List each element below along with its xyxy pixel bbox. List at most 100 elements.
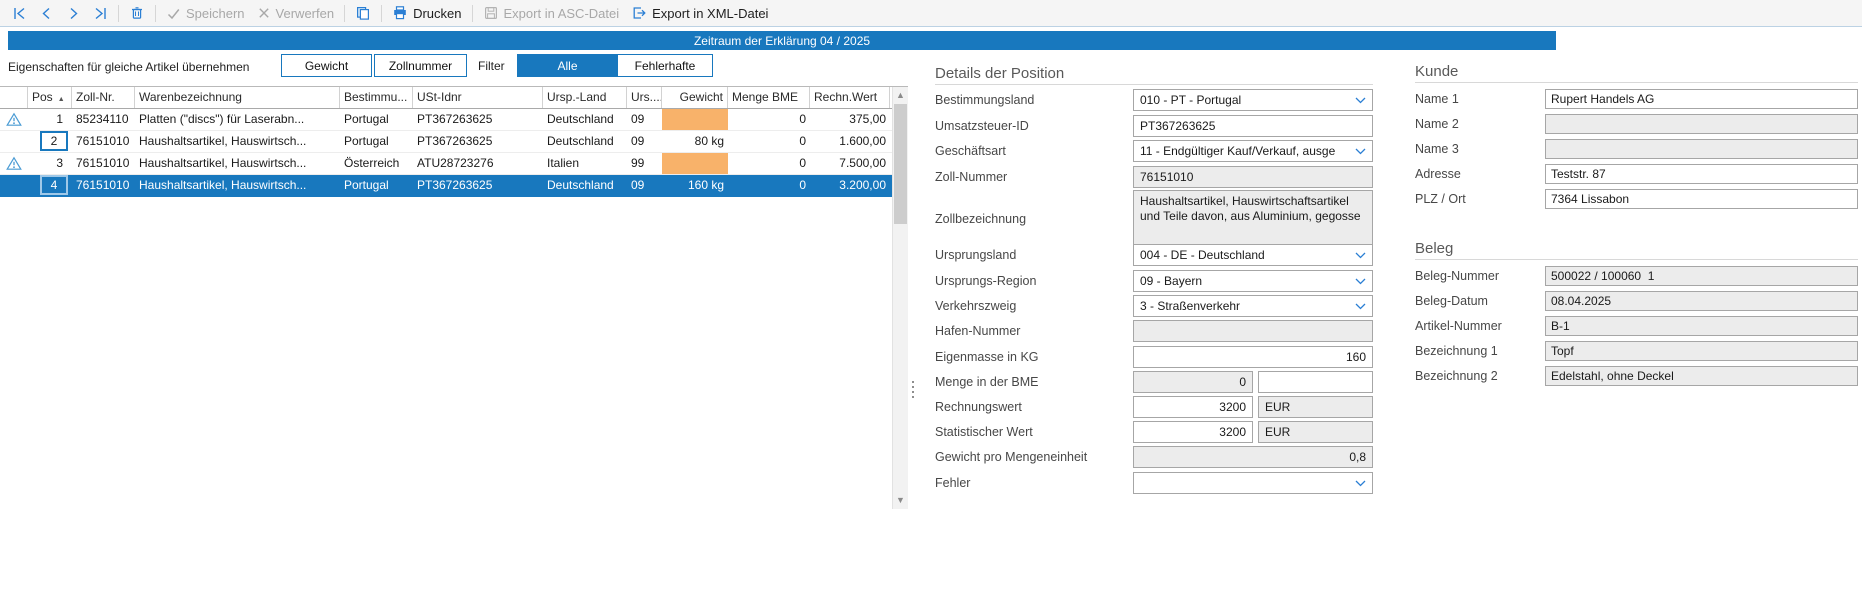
- field-label: Hafen-Nummer: [935, 324, 1133, 338]
- header-warenbezeichnung[interactable]: Warenbezeichnung: [135, 87, 340, 108]
- nav-last-button[interactable]: [87, 2, 114, 25]
- statistischer-wert-input[interactable]: 3200: [1133, 421, 1253, 443]
- rechnwert-cell[interactable]: 1.600,00: [810, 131, 890, 152]
- pos-cell-focused[interactable]: 4: [28, 175, 72, 196]
- zollnr-cell[interactable]: 76151010: [72, 131, 135, 152]
- menge-bme-cell[interactable]: 0: [728, 175, 810, 196]
- scroll-up-icon[interactable]: ▲: [893, 88, 908, 103]
- menge-bme-cell[interactable]: 0: [728, 153, 810, 174]
- geschaeftsart-select[interactable]: 11 - Endgültiger Kauf/Verkauf, ausge: [1133, 140, 1373, 162]
- adresse-input[interactable]: Teststr. 87: [1545, 164, 1858, 184]
- discard-button-label: Verwerfen: [276, 6, 335, 21]
- rechnungswert-input[interactable]: 3200: [1133, 396, 1253, 418]
- table-row[interactable]: 3 76151010 Haushaltsartikel, Hauswirtsch…: [0, 153, 908, 175]
- header-pos[interactable]: Pos▲: [28, 87, 72, 108]
- rechnwert-cell[interactable]: 7.500,00: [810, 153, 890, 174]
- ursregion-cell[interactable]: 99: [627, 153, 662, 174]
- apply-zollnummer-button[interactable]: Zollnummer: [374, 54, 467, 77]
- verkehrszweig-select[interactable]: 3 - Straßenverkehr: [1133, 295, 1373, 317]
- pos-cell[interactable]: 3: [28, 153, 72, 174]
- pos-cell-focused[interactable]: 2: [28, 131, 72, 152]
- scrollbar-thumb[interactable]: [894, 104, 907, 224]
- field-plz-ort: PLZ / Ort 7364 Lissabon: [1415, 189, 1858, 209]
- save-button[interactable]: Speichern: [160, 2, 251, 25]
- ursprungs-region-select[interactable]: 09 - Bayern: [1133, 270, 1373, 292]
- rechnwert-cell[interactable]: 375,00: [810, 109, 890, 130]
- waren-cell[interactable]: Haushaltsartikel, Hauswirtsch...: [135, 153, 340, 174]
- plz-ort-input[interactable]: 7364 Lissabon: [1545, 189, 1858, 209]
- nav-next-button[interactable]: [60, 2, 87, 25]
- header-ursprungsregion[interactable]: Urs....: [627, 87, 662, 108]
- ustid-cell[interactable]: PT367263625: [413, 109, 543, 130]
- apply-gewicht-button[interactable]: Gewicht: [281, 54, 372, 77]
- name1-input[interactable]: Rupert Handels AG: [1545, 89, 1858, 109]
- header-zollnr[interactable]: Zoll-Nr.: [72, 87, 135, 108]
- ursprungsland-select[interactable]: 004 - DE - Deutschland: [1133, 244, 1373, 266]
- zoll-nummer-field: 76151010: [1133, 166, 1373, 188]
- export-icon: [631, 5, 647, 21]
- waren-cell[interactable]: Haushaltsartikel, Hauswirtsch...: [135, 131, 340, 152]
- table-row-selected[interactable]: 4 76151010 Haushaltsartikel, Hauswirtsch…: [0, 175, 908, 197]
- print-button[interactable]: Drucken: [386, 2, 467, 25]
- menge-bme-cell[interactable]: 0: [728, 131, 810, 152]
- header-bestimmungsland[interactable]: Bestimmu...: [340, 87, 413, 108]
- nav-first-button[interactable]: [6, 2, 33, 25]
- save-button-label: Speichern: [186, 6, 245, 21]
- gewicht-cell-missing[interactable]: [662, 109, 728, 130]
- bestimmung-cell[interactable]: Portugal: [340, 175, 413, 196]
- header-ustidnr[interactable]: USt-Idnr: [413, 87, 543, 108]
- ustid-cell[interactable]: ATU28723276: [413, 153, 543, 174]
- gewicht-cell[interactable]: 160 kg: [662, 175, 728, 196]
- bestimmungsland-select[interactable]: 010 - PT - Portugal: [1133, 89, 1373, 111]
- bestimmung-cell[interactable]: Portugal: [340, 131, 413, 152]
- bestimmung-cell[interactable]: Österreich: [340, 153, 413, 174]
- table-row[interactable]: 2 76151010 Haushaltsartikel, Hauswirtsch…: [0, 131, 908, 153]
- panel-splitter[interactable]: [912, 381, 914, 398]
- header-rechnwert[interactable]: Rechn.Wert: [810, 87, 890, 108]
- urspland-cell[interactable]: Deutschland: [543, 131, 627, 152]
- duplicate-button[interactable]: [349, 2, 377, 25]
- ustid-cell[interactable]: PT367263625: [413, 131, 543, 152]
- zollnr-cell[interactable]: 76151010: [72, 153, 135, 174]
- zollnr-cell[interactable]: 76151010: [72, 175, 135, 196]
- ursregion-cell[interactable]: 09: [627, 131, 662, 152]
- table-scrollbar[interactable]: ▲ ▼: [892, 87, 908, 509]
- nav-first-icon: [12, 6, 27, 21]
- filter-tab-alle[interactable]: Alle: [517, 54, 618, 77]
- nav-prev-button[interactable]: [33, 2, 60, 25]
- urspland-cell[interactable]: Deutschland: [543, 175, 627, 196]
- bestimmung-cell[interactable]: Portugal: [340, 109, 413, 130]
- ursregion-cell[interactable]: 09: [627, 109, 662, 130]
- delete-button[interactable]: [123, 2, 151, 25]
- umsatzsteuer-id-input[interactable]: PT367263625: [1133, 115, 1373, 137]
- waren-cell[interactable]: Haushaltsartikel, Hauswirtsch...: [135, 175, 340, 196]
- ustid-cell[interactable]: PT367263625: [413, 175, 543, 196]
- menge-bme-cell[interactable]: 0: [728, 109, 810, 130]
- filter-tab-fehlerhafte[interactable]: Fehlerhafte: [617, 54, 713, 77]
- field-artikel-nummer: Artikel-Nummer B-1: [1415, 316, 1858, 336]
- menge-bme-unit-input[interactable]: [1258, 371, 1373, 393]
- field-label: Zoll-Nummer: [935, 170, 1133, 184]
- gewicht-cell-missing[interactable]: [662, 153, 728, 174]
- rechnwert-cell[interactable]: 3.200,00: [810, 175, 890, 196]
- header-gewicht[interactable]: Gewicht: [662, 87, 728, 108]
- waren-cell[interactable]: Platten ("discs") für Laserabn...: [135, 109, 340, 130]
- eigenmasse-input[interactable]: 160: [1133, 346, 1373, 368]
- header-menge-bme[interactable]: Menge BME: [728, 87, 810, 108]
- x-icon: [257, 6, 271, 20]
- field-label: Menge in der BME: [935, 375, 1133, 389]
- fehler-select[interactable]: [1133, 472, 1373, 494]
- pos-cell[interactable]: 1: [28, 109, 72, 130]
- gewicht-cell[interactable]: 80 kg: [662, 131, 728, 152]
- header-ursprungsland[interactable]: Ursp.-Land: [543, 87, 627, 108]
- export-asc-button[interactable]: Export in ASC-Datei: [477, 2, 626, 25]
- zollnr-cell[interactable]: 85234110: [72, 109, 135, 130]
- table-row[interactable]: 1 85234110 Platten ("discs") für Laserab…: [0, 109, 908, 131]
- discard-button[interactable]: Verwerfen: [251, 2, 341, 25]
- export-xml-button[interactable]: Export in XML-Datei: [625, 2, 774, 25]
- field-label: Bestimmungsland: [935, 93, 1133, 107]
- urspland-cell[interactable]: Deutschland: [543, 109, 627, 130]
- ursregion-cell[interactable]: 09: [627, 175, 662, 196]
- urspland-cell[interactable]: Italien: [543, 153, 627, 174]
- scroll-down-icon[interactable]: ▼: [893, 493, 908, 508]
